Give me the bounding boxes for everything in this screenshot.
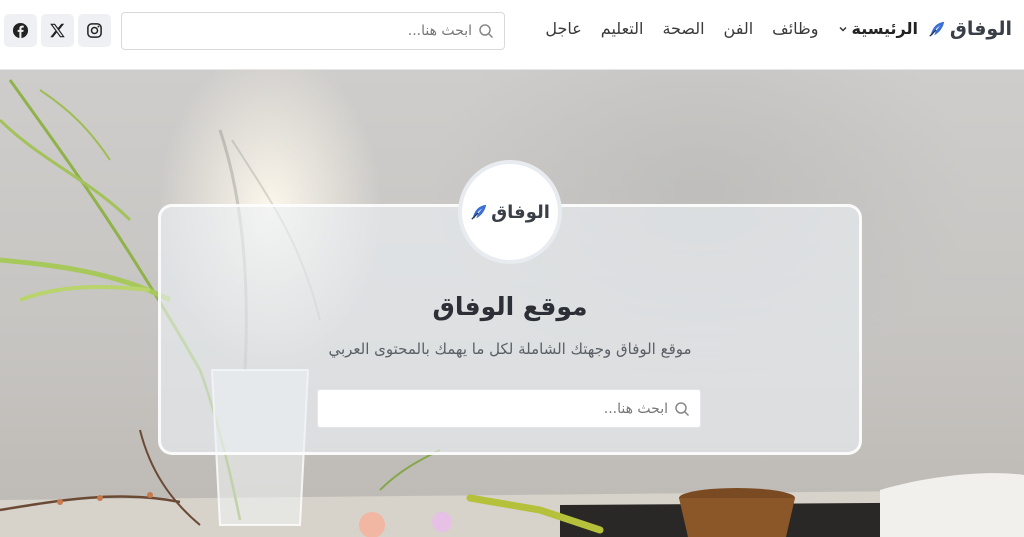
hero-logo-badge: الوفاق — [458, 160, 562, 264]
nav-item-label: عاجل — [545, 19, 582, 38]
logo-text: الوفاق — [949, 18, 1012, 40]
badge-logo-text: الوفاق — [491, 201, 550, 223]
feather-icon — [929, 21, 945, 37]
nav-item-label: وظائف — [772, 19, 819, 38]
hero-search-box — [317, 389, 701, 428]
instagram-button[interactable] — [78, 14, 111, 47]
nav-item-education[interactable]: التعليم — [601, 19, 644, 38]
nav-item-home[interactable]: الرئيسية — [838, 19, 919, 38]
nav-item-health[interactable]: الصحة — [662, 19, 704, 38]
instagram-icon — [87, 23, 102, 38]
facebook-button[interactable] — [4, 14, 37, 47]
nav-item-label: الفن — [723, 19, 754, 38]
nav-item-art[interactable]: الفن — [724, 19, 754, 38]
feather-icon — [471, 204, 487, 220]
social-links — [4, 14, 111, 47]
nav-item-jobs[interactable]: وظائف — [772, 19, 818, 38]
main-nav: الرئيسية وظائف الفن الصحة التعليم عاجل — [545, 19, 918, 38]
hero-search-input[interactable] — [328, 400, 668, 417]
x-button[interactable] — [41, 14, 74, 47]
chevron-down-icon — [838, 26, 847, 32]
search-icon[interactable] — [478, 23, 494, 39]
hero-section: الوفاق موقع الوفاق موقع الوفاق وجهتك الش… — [0, 70, 1024, 537]
header-search-input[interactable] — [132, 23, 472, 39]
x-icon — [50, 23, 65, 38]
facebook-icon — [12, 22, 29, 39]
hero-title: موقع الوفاق — [432, 292, 588, 321]
hero-subtitle: موقع الوفاق وجهتك الشاملة لكل ما يهمك با… — [328, 340, 692, 358]
nav-item-label: الرئيسية — [851, 19, 919, 38]
nav-item-breaking[interactable]: عاجل — [545, 19, 581, 38]
search-icon[interactable] — [674, 401, 690, 417]
site-header: الوفاق الرئيسية وظائف الفن الصحة التعليم… — [0, 0, 1024, 70]
header-search-box — [121, 12, 505, 50]
nav-item-label: الصحة — [662, 19, 705, 38]
site-logo[interactable]: الوفاق — [928, 18, 1012, 40]
nav-item-label: التعليم — [600, 19, 644, 38]
